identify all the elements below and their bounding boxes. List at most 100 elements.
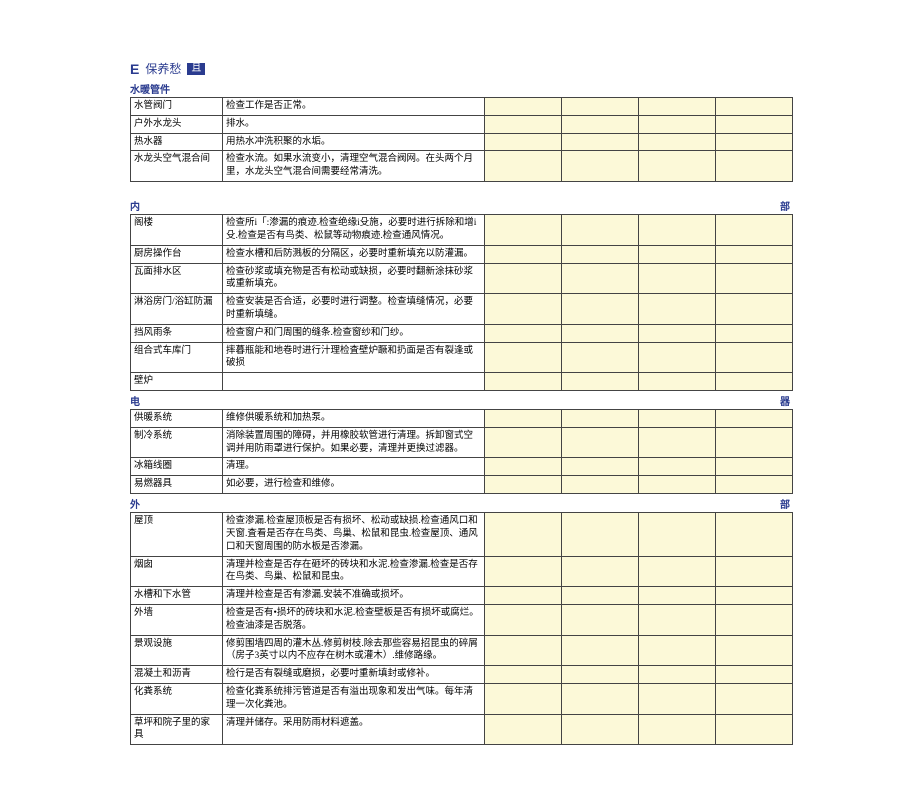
row-description: 清理。: [223, 458, 485, 476]
check-cell[interactable]: [485, 245, 562, 263]
check-cell[interactable]: [716, 666, 793, 684]
section-title-left: 电: [130, 393, 140, 408]
check-cell[interactable]: [485, 604, 562, 635]
check-cell[interactable]: [639, 410, 716, 428]
check-cell[interactable]: [639, 98, 716, 116]
check-cell[interactable]: [639, 324, 716, 342]
check-cell[interactable]: [639, 587, 716, 605]
check-cell[interactable]: [485, 458, 562, 476]
check-cell[interactable]: [639, 556, 716, 587]
check-cell[interactable]: [639, 458, 716, 476]
check-cell[interactable]: [485, 587, 562, 605]
check-cell[interactable]: [562, 635, 639, 666]
check-cell[interactable]: [716, 410, 793, 428]
check-cell[interactable]: [485, 342, 562, 373]
check-cell[interactable]: [485, 556, 562, 587]
check-cell[interactable]: [639, 115, 716, 133]
check-cell[interactable]: [716, 294, 793, 325]
check-cell[interactable]: [562, 427, 639, 458]
check-cell[interactable]: [485, 714, 562, 745]
check-cell[interactable]: [485, 684, 562, 715]
check-cell[interactable]: [639, 427, 716, 458]
check-cell[interactable]: [716, 587, 793, 605]
check-cell[interactable]: [562, 373, 639, 391]
check-cell[interactable]: [562, 587, 639, 605]
check-cell[interactable]: [716, 476, 793, 494]
check-cell[interactable]: [562, 215, 639, 246]
check-cell[interactable]: [562, 151, 639, 182]
check-cell[interactable]: [485, 215, 562, 246]
check-cell[interactable]: [485, 133, 562, 151]
check-cell[interactable]: [485, 263, 562, 294]
check-cell[interactable]: [485, 373, 562, 391]
check-cell[interactable]: [562, 666, 639, 684]
check-cell[interactable]: [562, 263, 639, 294]
check-cell[interactable]: [716, 245, 793, 263]
check-cell[interactable]: [562, 133, 639, 151]
check-cell[interactable]: [716, 342, 793, 373]
check-cell[interactable]: [562, 604, 639, 635]
row-label: 草坪和院子里的家具: [131, 714, 223, 745]
check-cell[interactable]: [639, 476, 716, 494]
check-cell[interactable]: [485, 324, 562, 342]
check-cell[interactable]: [562, 98, 639, 116]
check-cell[interactable]: [562, 115, 639, 133]
check-cell[interactable]: [562, 458, 639, 476]
check-cell[interactable]: [639, 513, 716, 556]
check-cell[interactable]: [716, 215, 793, 246]
check-cell[interactable]: [716, 324, 793, 342]
check-cell[interactable]: [639, 666, 716, 684]
check-cell[interactable]: [562, 410, 639, 428]
check-cell[interactable]: [639, 263, 716, 294]
check-cell[interactable]: [716, 151, 793, 182]
check-cell[interactable]: [716, 133, 793, 151]
row-description: 修剪围墙四周的灌木丛.修剪树枝.除去那些容易招昆虫的碎屑（房子3英寸以内不应存在…: [223, 635, 485, 666]
check-cell[interactable]: [716, 714, 793, 745]
check-cell[interactable]: [639, 151, 716, 182]
check-cell[interactable]: [562, 556, 639, 587]
check-cell[interactable]: [716, 98, 793, 116]
check-cell[interactable]: [639, 133, 716, 151]
check-cell[interactable]: [639, 373, 716, 391]
check-cell[interactable]: [639, 604, 716, 635]
check-cell[interactable]: [485, 151, 562, 182]
check-cell[interactable]: [716, 556, 793, 587]
check-cell[interactable]: [716, 427, 793, 458]
check-cell[interactable]: [716, 373, 793, 391]
check-cell[interactable]: [485, 666, 562, 684]
check-cell[interactable]: [562, 342, 639, 373]
check-cell[interactable]: [716, 684, 793, 715]
check-cell[interactable]: [485, 476, 562, 494]
check-cell[interactable]: [485, 427, 562, 458]
check-cell[interactable]: [716, 635, 793, 666]
check-cell[interactable]: [716, 604, 793, 635]
check-cell[interactable]: [485, 635, 562, 666]
check-cell[interactable]: [639, 684, 716, 715]
check-cell[interactable]: [485, 410, 562, 428]
check-cell[interactable]: [562, 684, 639, 715]
check-cell[interactable]: [562, 324, 639, 342]
check-cell[interactable]: [562, 714, 639, 745]
check-cell[interactable]: [639, 342, 716, 373]
check-cell[interactable]: [562, 513, 639, 556]
row-label: 外墙: [131, 604, 223, 635]
check-cell[interactable]: [716, 263, 793, 294]
check-cell[interactable]: [639, 635, 716, 666]
check-cell[interactable]: [639, 245, 716, 263]
check-cell[interactable]: [485, 98, 562, 116]
check-cell[interactable]: [716, 458, 793, 476]
check-cell[interactable]: [562, 476, 639, 494]
check-cell[interactable]: [716, 115, 793, 133]
check-cell[interactable]: [639, 215, 716, 246]
row-description: 检查是否有•损坏的砖块和水泥.检查壁板是否有损坏或腐烂。检查油漆是否脱落。: [223, 604, 485, 635]
check-cell[interactable]: [639, 294, 716, 325]
check-cell[interactable]: [639, 714, 716, 745]
check-cell[interactable]: [562, 245, 639, 263]
check-cell[interactable]: [485, 294, 562, 325]
check-cell[interactable]: [485, 115, 562, 133]
check-cell[interactable]: [562, 294, 639, 325]
check-cell[interactable]: [485, 513, 562, 556]
section-title: 外部: [130, 494, 790, 512]
check-cell[interactable]: [716, 513, 793, 556]
table-row: 屋顶检查渗漏.检查屋顶板是否有损坏、松动或缺损.检查通风口和天窗.査看是否存在鸟…: [131, 513, 793, 556]
